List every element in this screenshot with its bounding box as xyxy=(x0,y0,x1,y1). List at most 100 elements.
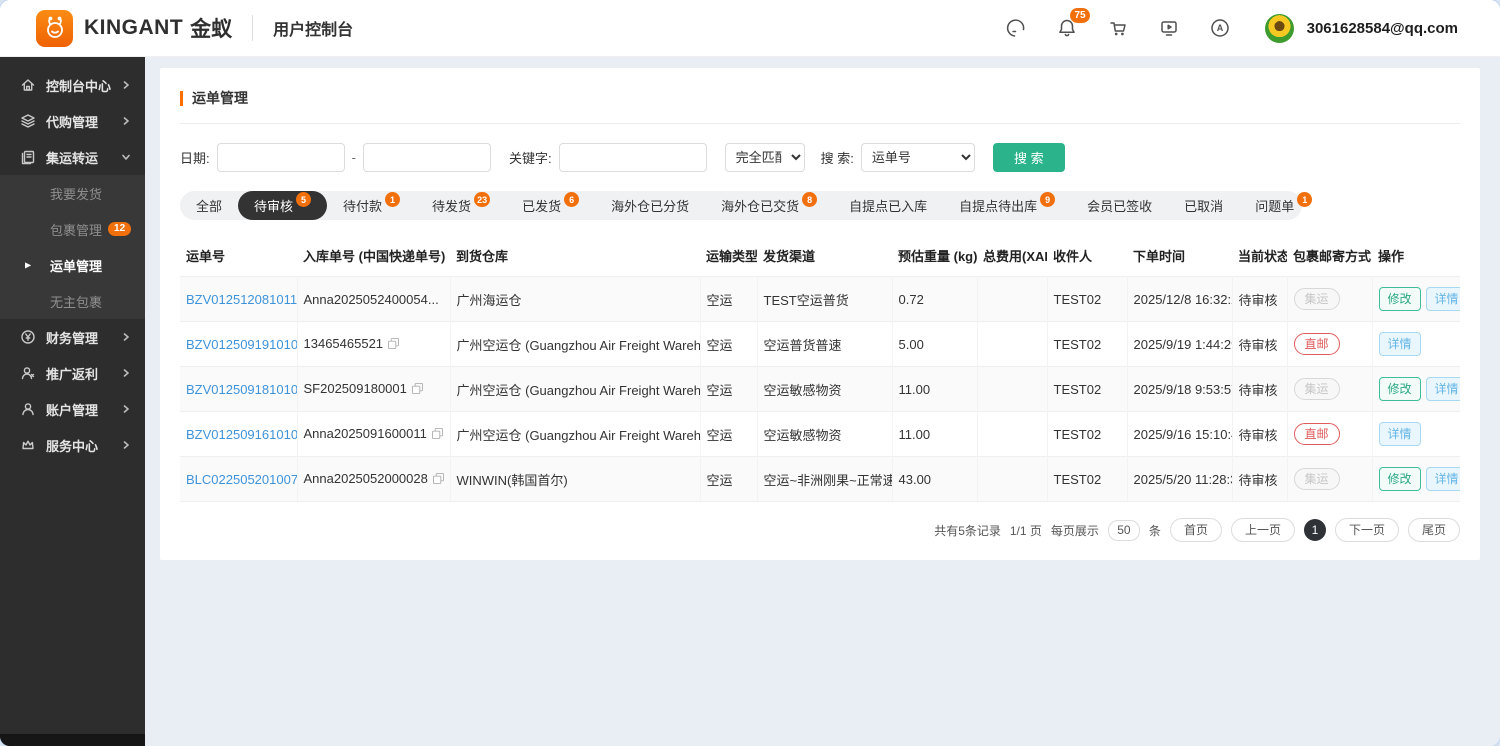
tab-12[interactable]: 问题单1 xyxy=(1239,191,1328,220)
sidebar-item-service-center[interactable]: 服务中心 xyxy=(0,427,145,463)
language-icon[interactable]: A xyxy=(1208,16,1232,40)
detail-button[interactable]: 详情 xyxy=(1426,377,1460,401)
tab-5[interactable]: 已发货6 xyxy=(506,191,595,220)
next-page-button[interactable]: 下一页 xyxy=(1335,518,1399,542)
copy-icon[interactable] xyxy=(433,472,444,487)
table-row: BZV01251208101142Anna2025052400054...广州海… xyxy=(180,277,1460,322)
referral-icon xyxy=(20,365,36,381)
sidebar-subitem-package-management[interactable]: 包裹管理 12 xyxy=(0,211,145,247)
status-tabs: 全部待审核5待付款1待发货23已发货6海外仓已分货海外仓已交货8自提点已入库自提… xyxy=(180,191,1302,220)
date-label: 日期: xyxy=(180,148,210,167)
package-count-badge: 12 xyxy=(108,222,131,236)
inbound-number: 13465465521 xyxy=(304,336,384,351)
transport-type-cell: 空运 xyxy=(700,367,757,412)
user-account[interactable]: 3061628584@qq.com xyxy=(1259,14,1458,43)
first-page-button[interactable]: 首页 xyxy=(1170,518,1222,542)
top-header: KINGANT 金蚁 用户控制台 75 xyxy=(0,0,1500,57)
sidebar-item-referral[interactable]: 推广返利 xyxy=(0,355,145,391)
keyword-input[interactable] xyxy=(559,143,707,172)
user-avatar xyxy=(1265,14,1294,43)
date-to-input[interactable] xyxy=(363,143,491,172)
per-page-unit: 条 xyxy=(1149,522,1161,539)
waybill-link[interactable]: BZV01250918101096 xyxy=(186,382,297,397)
sidebar-item-finance[interactable]: 财务管理 xyxy=(0,319,145,355)
chevron-right-icon xyxy=(121,366,131,381)
match-mode-select[interactable]: 完全匹配 xyxy=(725,143,805,172)
tab-2[interactable]: 待审核5 xyxy=(238,191,327,220)
last-page-button[interactable]: 尾页 xyxy=(1408,518,1460,542)
sidebar-item-label: 控制台中心 xyxy=(46,76,111,95)
modify-button[interactable]: 修改 xyxy=(1379,377,1421,401)
tab-8[interactable]: 自提点已入库 xyxy=(833,191,943,220)
brand-logo[interactable] xyxy=(36,10,73,47)
transport-type-cell: 空运 xyxy=(700,322,757,367)
mail-method-pill: 集运 xyxy=(1294,468,1340,490)
copy-icon[interactable] xyxy=(432,427,443,442)
detail-button[interactable]: 详情 xyxy=(1379,422,1421,446)
main-content: 运单管理 日期: - 关键字: 完全匹配 搜 索: 运单号 xyxy=(145,57,1500,746)
chevron-right-icon xyxy=(121,114,131,129)
waybill-link[interactable]: BZV01250919101098 xyxy=(186,337,297,352)
inbound-number: Anna2025052000028 xyxy=(304,471,428,486)
column-header: 入库单号 (中国快递单号) xyxy=(297,239,450,277)
waybill-link[interactable]: BLC02250520100761 xyxy=(186,472,297,487)
waybill-link[interactable]: BZV01251208101142 xyxy=(186,292,297,307)
sidebar-subitem-label: 我要发货 xyxy=(50,184,102,203)
tab-label: 海外仓已交货 xyxy=(721,196,799,215)
copy-icon[interactable] xyxy=(388,337,399,352)
video-tutorial-icon[interactable] xyxy=(1157,16,1181,40)
sidebar-item-console-center[interactable]: 控制台中心 xyxy=(0,67,145,103)
tab-3[interactable]: 待付款1 xyxy=(327,191,416,220)
modify-button[interactable]: 修改 xyxy=(1379,287,1421,311)
copy-icon[interactable] xyxy=(412,382,423,397)
actions-cell: 详情 xyxy=(1372,322,1460,367)
sidebar-subitem-unclaimed-packages[interactable]: 无主包裹 xyxy=(0,283,145,319)
modify-button[interactable]: 修改 xyxy=(1379,467,1421,491)
notification-count-badge: 75 xyxy=(1070,8,1089,23)
tab-10[interactable]: 会员已签收 xyxy=(1071,191,1168,220)
detail-button[interactable]: 详情 xyxy=(1426,287,1460,311)
detail-button[interactable]: 详情 xyxy=(1379,332,1421,356)
transport-type-cell: 空运 xyxy=(700,277,757,322)
tab-11[interactable]: 已取消 xyxy=(1168,191,1239,220)
tab-4[interactable]: 待发货23 xyxy=(416,191,506,220)
per-page-input[interactable] xyxy=(1108,520,1140,541)
tab-label: 会员已签收 xyxy=(1087,196,1152,215)
tab-label: 已取消 xyxy=(1184,196,1223,215)
sidebar-subitem-want-to-ship[interactable]: 我要发货 xyxy=(0,175,145,211)
waybill-number-cell: BZV01250919101098 xyxy=(180,322,297,367)
notifications-bell-icon[interactable]: 75 xyxy=(1055,16,1079,40)
current-page-button[interactable]: 1 xyxy=(1304,519,1326,541)
tab-count-badge: 5 xyxy=(296,192,311,207)
inbound-number-cell: Anna2025052000028 xyxy=(297,457,450,502)
tab-9[interactable]: 自提点待出库9 xyxy=(943,191,1071,220)
title-divider xyxy=(180,123,1460,124)
title-accent-bar xyxy=(180,91,183,106)
sidebar-item-label: 财务管理 xyxy=(46,328,98,347)
prev-page-button[interactable]: 上一页 xyxy=(1231,518,1295,542)
console-title: 用户控制台 xyxy=(273,16,353,40)
search-button[interactable]: 搜 索 xyxy=(993,143,1065,172)
search-type-select[interactable]: 运单号 xyxy=(861,143,975,172)
sidebar-item-purchasing[interactable]: 代购管理 xyxy=(0,103,145,139)
mail-method-pill: 集运 xyxy=(1294,378,1340,400)
cart-icon[interactable] xyxy=(1106,16,1130,40)
customer-service-icon[interactable] xyxy=(1004,16,1028,40)
detail-button[interactable]: 详情 xyxy=(1426,467,1460,491)
tab-7[interactable]: 海外仓已交货8 xyxy=(705,191,833,220)
sidebar-item-consolidation[interactable]: 集运转运 xyxy=(0,139,145,175)
total-fee-cell xyxy=(977,457,1047,502)
receiver-cell: TEST02 xyxy=(1047,457,1127,502)
waybill-link[interactable]: BZV01250916101093 xyxy=(186,427,297,442)
tab-1[interactable]: 全部 xyxy=(180,191,238,220)
tab-count-badge: 1 xyxy=(1297,192,1312,207)
sidebar-item-account[interactable]: 账户管理 xyxy=(0,391,145,427)
weight-cell: 0.72 xyxy=(892,277,977,322)
order-time-cell: 2025/9/16 15:10:43 xyxy=(1127,412,1232,457)
tab-label: 全部 xyxy=(196,196,222,215)
date-from-input[interactable] xyxy=(217,143,345,172)
tab-count-badge: 6 xyxy=(564,192,579,207)
sidebar-subitem-waybill-management[interactable]: ▶ 运单管理 xyxy=(0,247,145,283)
inbound-number: Anna2025091600011 xyxy=(304,426,427,441)
tab-6[interactable]: 海外仓已分货 xyxy=(595,191,705,220)
